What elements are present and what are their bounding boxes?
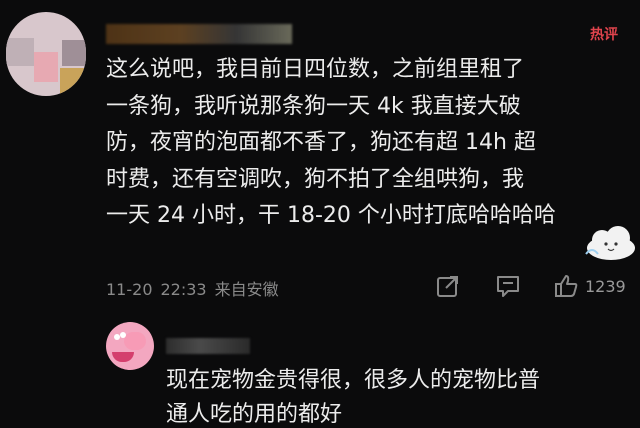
hot-comment-badge: 热评 (590, 27, 618, 43)
avatar-snout (124, 332, 146, 350)
reply-username-redacted[interactable] (166, 338, 250, 354)
thumbs-up-icon (555, 275, 578, 297)
comment-line: 一天 24 小时，干 18-20 个小时打底哈哈哈哈 (106, 203, 556, 228)
comment-button[interactable] (494, 272, 522, 300)
reply-line: 通人吃的用的都好 (166, 402, 343, 427)
comment-icon (497, 276, 519, 297)
reply-body: 现在宠物金贵得很，很多人的宠物比普 通人吃的用的都好 (166, 364, 626, 428)
comment-location: 来自安徽 (214, 280, 279, 299)
username-redacted[interactable] (106, 24, 292, 44)
comment-meta: 11-20 22:33 来自安徽 (106, 276, 287, 300)
like-button[interactable] (552, 272, 580, 300)
comment-date: 11-20 (106, 280, 153, 299)
comment-line: 时费，还有空调吹，狗不拍了全组哄狗，我 (106, 166, 525, 192)
reply-avatar[interactable] (106, 322, 154, 370)
cloud-sticker-icon (585, 226, 635, 260)
avatar-mosaic-block (62, 40, 86, 66)
like-count: 1239 (585, 277, 626, 296)
reply-line: 现在宠物金贵得很，很多人的宠物比普 (166, 368, 541, 393)
avatar-mosaic-block (34, 52, 58, 82)
share-button[interactable] (434, 272, 462, 300)
avatar-mosaic-block (6, 38, 34, 66)
avatar[interactable] (6, 12, 86, 96)
comment-line: 防，夜宵的泡面都不香了，狗还有超 14h 超 (106, 130, 536, 155)
avatar-eye (120, 332, 126, 338)
comment-time: 22:33 (160, 280, 207, 299)
comment-body: 这么说吧，我目前日四位数，之前组里租了 一条狗，我听说那条狗一天 4k 我直接大… (106, 52, 616, 235)
share-icon (437, 276, 458, 297)
avatar-mosaic-block (60, 68, 86, 96)
comment-line: 这么说吧，我目前日四位数，之前组里租了 (106, 57, 525, 82)
avatar-mouth (112, 352, 134, 362)
comment-line: 一条狗，我听说那条狗一天 4k 我直接大破 (106, 93, 521, 119)
